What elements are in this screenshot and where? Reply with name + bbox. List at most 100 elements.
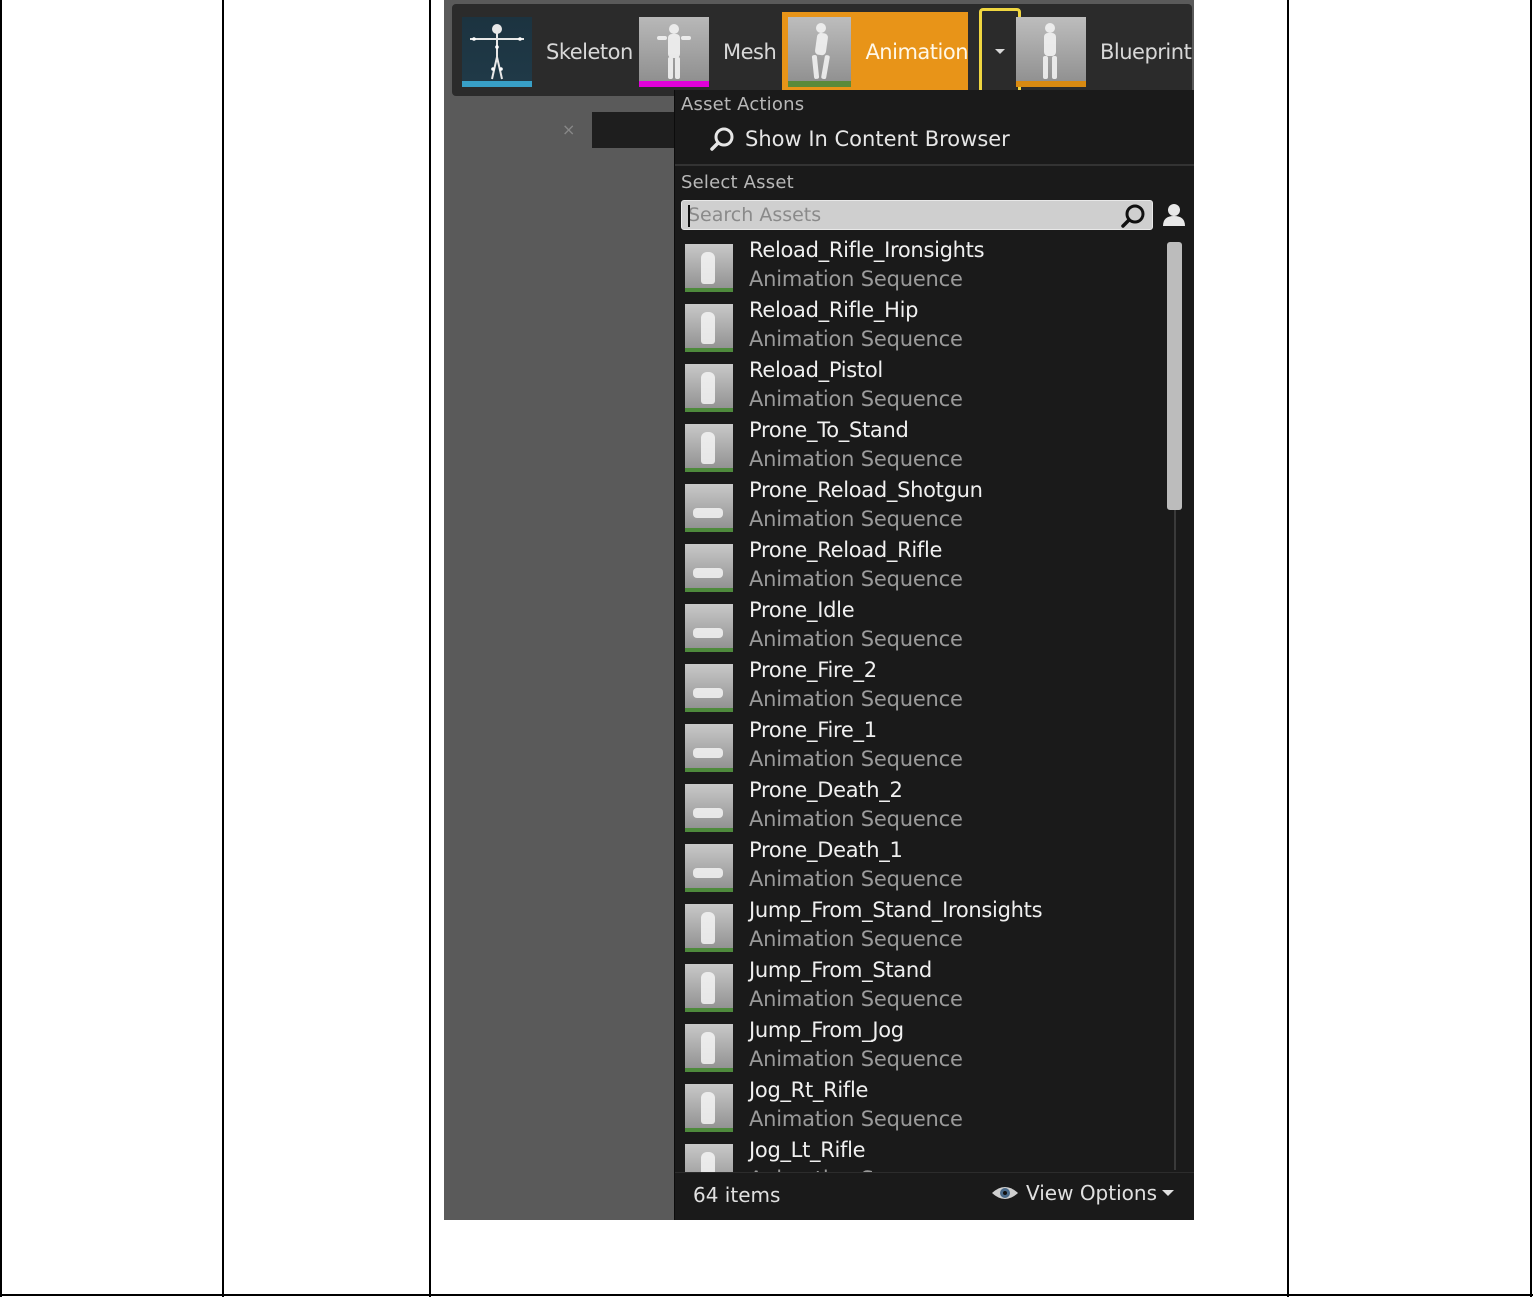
asset-list-item[interactable]: Prone_Idle Animation Sequence — [685, 598, 1155, 658]
character-figure-icon — [693, 508, 723, 518]
table-border-right — [1530, 0, 1532, 1297]
animation-thumbnail-icon — [685, 424, 733, 472]
close-icon[interactable]: × — [562, 120, 575, 139]
asset-list-item[interactable]: Reload_Rifle_Ironsights Animation Sequenc… — [685, 238, 1155, 298]
animation-thumbnail-icon — [685, 1144, 733, 1172]
asset-type: Animation Sequence — [749, 867, 963, 891]
asset-type: Animation Sequence — [749, 507, 963, 531]
animation-asset-menu: Asset Actions Show In Content Browser Se… — [674, 90, 1194, 1220]
select-asset-heading: Select Asset — [681, 172, 794, 193]
asset-type-color-bar — [685, 768, 733, 772]
asset-name: Prone_Idle — [749, 598, 855, 622]
asset-name: Jump_From_Stand_Ironsights — [749, 898, 1043, 922]
animation-thumbnail-icon — [788, 17, 852, 87]
asset-list-item[interactable]: Jog_Lt_RifleAnimation Sequence — [685, 1138, 1155, 1172]
animation-thumbnail-icon — [685, 604, 733, 652]
character-figure-icon — [701, 252, 715, 284]
asset-type: Animation Sequence — [749, 327, 963, 351]
asset-type: Animation Sequence — [749, 807, 963, 831]
asset-list-item[interactable]: Jump_From_Stand Animation Sequence — [685, 958, 1155, 1018]
tab-content-area — [444, 148, 676, 1220]
search-assets-input[interactable] — [688, 203, 1118, 227]
asset-type-color-bar — [685, 708, 733, 712]
asset-type-color-bar — [685, 288, 733, 292]
mesh-mode-button[interactable]: Mesh — [639, 12, 777, 92]
character-figure-icon — [701, 1152, 715, 1172]
show-in-content-browser-label: Show In Content Browser — [745, 127, 1010, 151]
character-figure-icon — [701, 432, 715, 464]
asset-type: Animation Sequence — [749, 987, 963, 1011]
asset-type: Animation Sequence — [749, 627, 963, 651]
character-figure-icon — [693, 748, 723, 758]
animation-dropdown-button[interactable] — [979, 8, 1021, 94]
asset-type-color-bar — [685, 1128, 733, 1132]
asset-list-item[interactable]: Prone_Reload_Shotgun Animation Sequence — [685, 478, 1155, 538]
asset-type-color-bar — [685, 1008, 733, 1012]
chevron-down-icon — [1162, 1190, 1174, 1196]
animation-thumbnail-icon — [685, 904, 733, 952]
character-figure-icon — [701, 312, 715, 344]
view-options-button[interactable]: View Options — [990, 1181, 1181, 1205]
character-figure-icon — [701, 372, 715, 404]
asset-type-color-bar — [685, 348, 733, 352]
character-figure-icon — [693, 808, 723, 818]
asset-name: Prone_Fire_2 — [749, 658, 877, 682]
scrollbar-thumb[interactable] — [1167, 242, 1182, 510]
asset-list-item[interactable]: Prone_Fire_1 Animation Sequence — [685, 718, 1155, 778]
asset-list: Reload_Rifle_Ironsights Animation Sequenc… — [675, 238, 1165, 1172]
asset-name: Prone_Death_1 — [749, 838, 903, 862]
persona-editor-screenshot: × Skeleton Mesh Animation Blueprint Asse… — [444, 0, 1194, 1220]
mesh-thumbnail-icon — [639, 17, 709, 87]
asset-type: Animation Sequence — [749, 687, 963, 711]
asset-list-item[interactable]: Jog_Rt_Rifle Animation Sequence — [685, 1078, 1155, 1138]
asset-name: Reload_Rifle_Ironsights — [749, 238, 985, 262]
table-column-divider — [429, 0, 431, 1297]
asset-list-item[interactable]: Reload_Pistol Animation Sequence — [685, 358, 1155, 418]
asset-type-color-bar — [685, 468, 733, 472]
asset-type: Animation Sequence — [749, 1107, 963, 1131]
character-figure-icon — [693, 568, 723, 578]
animation-thumbnail-icon — [685, 364, 733, 412]
asset-type: Animation Sequence — [749, 567, 963, 591]
menu-separator — [675, 164, 1194, 166]
user-filter-icon[interactable] — [1159, 200, 1189, 230]
asset-list-item[interactable]: Prone_Death_1 Animation Sequence — [685, 838, 1155, 898]
skeleton-mode-button[interactable]: Skeleton — [462, 12, 633, 92]
asset-list-item[interactable]: Jump_From_Stand_Ironsights Animation Sequ… — [685, 898, 1155, 958]
character-figure-icon — [701, 1092, 715, 1124]
scrollbar-track[interactable] — [1174, 510, 1176, 1170]
character-figure-icon — [693, 868, 723, 878]
table-border-bottom — [0, 1294, 1533, 1296]
asset-list-item[interactable]: Reload_Rifle_Hip Animation Sequence — [685, 298, 1155, 358]
table-column-divider — [1287, 0, 1289, 1297]
asset-type-color-bar — [685, 1068, 733, 1072]
character-figure-icon — [693, 628, 723, 638]
show-in-content-browser-item[interactable]: Show In Content Browser — [709, 126, 1010, 152]
animation-thumbnail-icon — [685, 964, 733, 1012]
asset-name: Reload_Rifle_Hip — [749, 298, 919, 322]
animation-thumbnail-icon — [685, 724, 733, 772]
animation-mode-button[interactable]: Animation — [782, 12, 968, 92]
asset-type: Animation Sequence — [749, 267, 963, 291]
search-icon — [710, 127, 734, 151]
animation-label: Animation — [865, 40, 968, 64]
asset-type-color-bar — [685, 948, 733, 952]
asset-name: Jog_Lt_Rifle — [749, 1138, 866, 1162]
asset-list-item[interactable]: Prone_Reload_Rifle Animation Sequence — [685, 538, 1155, 598]
animation-thumbnail-icon — [685, 244, 733, 292]
blueprint-mode-button[interactable]: Blueprint — [1016, 12, 1192, 92]
animation-thumbnail-icon — [685, 544, 733, 592]
item-count: 64 items — [693, 1183, 781, 1207]
asset-list-item[interactable]: Jump_From_Jog Animation Sequence — [685, 1018, 1155, 1078]
asset-type-color-bar — [685, 588, 733, 592]
asset-list-item[interactable]: Prone_Fire_2 Animation Sequence — [685, 658, 1155, 718]
asset-list-item[interactable]: Prone_To_Stand Animation Sequence — [685, 418, 1155, 478]
asset-type-color-bar — [685, 408, 733, 412]
animation-thumbnail-icon — [685, 304, 733, 352]
search-assets-box[interactable] — [681, 200, 1153, 230]
asset-list-item[interactable]: Prone_Death_2 Animation Sequence — [685, 778, 1155, 838]
animation-thumbnail-icon — [685, 1024, 733, 1072]
character-figure-icon — [693, 688, 723, 698]
asset-name: Prone_Fire_1 — [749, 718, 877, 742]
animation-thumbnail-icon — [685, 664, 733, 712]
